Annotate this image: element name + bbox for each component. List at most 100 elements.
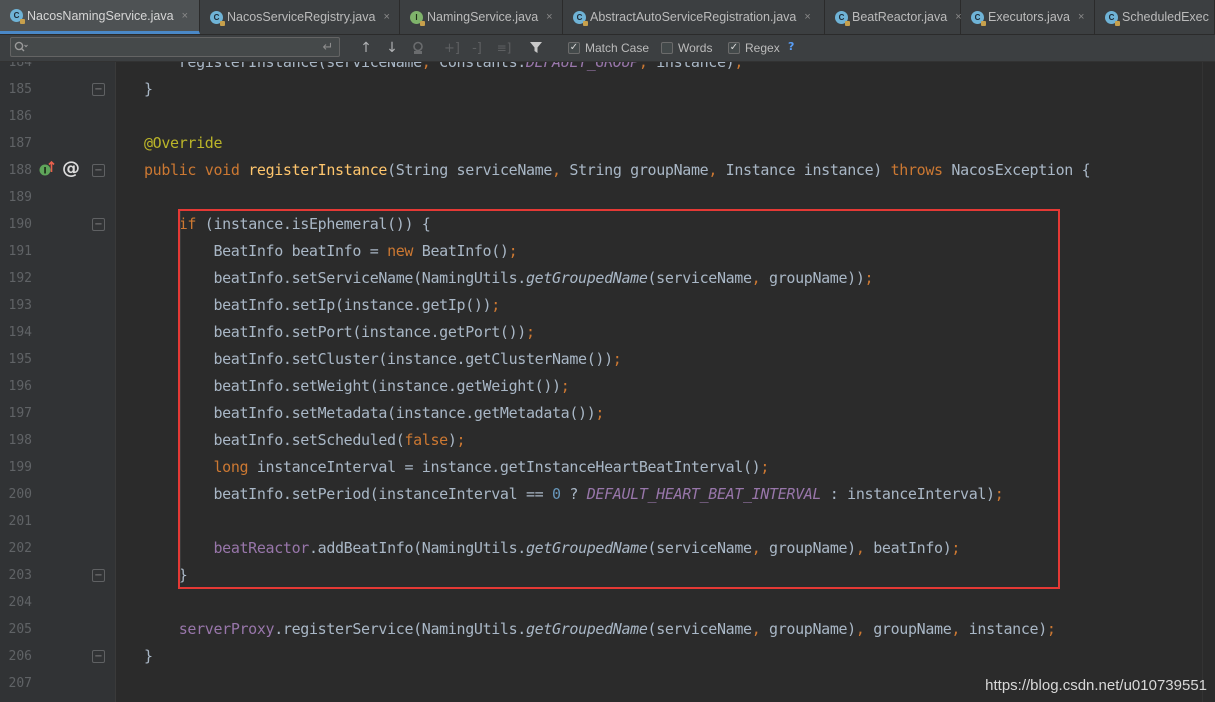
svg-text:I: I bbox=[43, 167, 46, 177]
line-number: 199 bbox=[8, 460, 32, 475]
tab-label: NacosNamingService.java bbox=[27, 8, 174, 23]
fold-toggle-icon[interactable]: − bbox=[92, 218, 105, 231]
match-case-checkbox[interactable]: ✓ Match Case bbox=[568, 40, 649, 56]
words-checkbox[interactable]: Words bbox=[661, 40, 712, 56]
vertical-scrollbar[interactable] bbox=[1202, 62, 1215, 702]
line-number: 186 bbox=[8, 109, 32, 124]
override-at-icon[interactable]: @ bbox=[62, 159, 80, 179]
line-number: 196 bbox=[8, 379, 32, 394]
code-line: beatReactor.addBeatInfo(NamingUtils.getG… bbox=[213, 539, 961, 557]
tab-nacosserviceregistry-java[interactable]: C NacosServiceRegistry.java × bbox=[200, 0, 400, 34]
tab-beatreactor-java[interactable]: C BeatReactor.java × bbox=[825, 0, 962, 34]
line-number: 197 bbox=[8, 406, 32, 421]
line-number: 205 bbox=[8, 622, 32, 637]
line-number: 207 bbox=[8, 676, 32, 691]
match-case-label: Match Case bbox=[585, 41, 650, 55]
line-number: 185 bbox=[8, 82, 32, 97]
code-line: beatInfo.setServiceName(NamingUtils.getG… bbox=[144, 269, 874, 287]
regex-checkbox[interactable]: ✓ Regex bbox=[728, 40, 780, 56]
code-line: } bbox=[144, 647, 153, 665]
line-number: 203 bbox=[8, 568, 32, 583]
tab-label: ScheduledExec bbox=[1122, 10, 1209, 24]
search-icon[interactable] bbox=[11, 41, 31, 53]
class-icon: C bbox=[210, 10, 225, 26]
class-icon: C bbox=[10, 9, 25, 24]
line-number: 193 bbox=[8, 298, 32, 313]
implemented-method-icon[interactable]: I bbox=[38, 160, 56, 184]
class-icon: C bbox=[971, 10, 986, 26]
select-all-occurrences-icon[interactable]: ≡] bbox=[494, 38, 514, 58]
check-icon: ✓ bbox=[568, 42, 580, 54]
interface-icon: I bbox=[410, 10, 425, 26]
add-occurrence-icon[interactable]: +] bbox=[443, 38, 461, 58]
class-icon: C bbox=[1105, 10, 1120, 26]
watermark: https://blog.csdn.net/u010739551 bbox=[985, 677, 1207, 694]
code-line: public void registerInstance(String serv… bbox=[144, 161, 1091, 179]
code-line: long instanceInterval = instance.getInst… bbox=[213, 458, 770, 476]
tab-label: NacosServiceRegistry.java bbox=[227, 10, 376, 24]
code-line: BeatInfo beatInfo = new BeatInfo(); bbox=[144, 242, 518, 260]
next-occurrence-icon[interactable]: ↓ bbox=[384, 38, 400, 58]
editor-gutter[interactable]: 184 185 − 186 187 188 − I @189 190 − 191 192 193 194 19… bbox=[0, 62, 116, 702]
code-line: if (instance.isEphemeral()) { bbox=[178, 215, 431, 233]
code-line: @Override bbox=[144, 134, 223, 152]
code-editor[interactable]: 184 185 − 186 187 188 − I @189 190 − 191 192 193 194 19… bbox=[0, 62, 1215, 702]
tab-abstractautoserviceregistration-java[interactable]: C AbstractAutoServiceRegistration.java × bbox=[563, 0, 825, 34]
line-number: 202 bbox=[8, 541, 32, 556]
line-number: 190 bbox=[8, 217, 32, 232]
regex-help-icon[interactable]: ? bbox=[788, 40, 794, 53]
indent-guide bbox=[180, 209, 181, 582]
line-number: 200 bbox=[8, 487, 32, 502]
check-icon: ✓ bbox=[728, 42, 740, 54]
line-number: 187 bbox=[8, 136, 32, 151]
filter-icon[interactable] bbox=[527, 38, 545, 58]
find-all-icon[interactable] bbox=[409, 38, 427, 58]
line-number: 198 bbox=[8, 433, 32, 448]
fold-toggle-icon[interactable]: − bbox=[92, 83, 105, 96]
class-icon: C bbox=[573, 10, 588, 26]
editor-tab-bar: C NacosNamingService.java × C NacosServiceRe… bbox=[0, 0, 1215, 35]
close-tab-icon[interactable]: × bbox=[1078, 11, 1084, 23]
tab-executors-java[interactable]: C Executors.java × bbox=[961, 0, 1095, 34]
line-number: 201 bbox=[8, 514, 32, 529]
regex-label: Regex bbox=[745, 41, 780, 55]
class-icon: C bbox=[835, 10, 850, 26]
code-line: beatInfo.setPort(instance.getPort()); bbox=[144, 323, 535, 341]
code-line: serverProxy.registerService(NamingUtils.… bbox=[178, 620, 1056, 638]
code-line: beatInfo.setWeight(instance.getWeight())… bbox=[144, 377, 570, 395]
line-number: 188 bbox=[8, 163, 32, 178]
previous-occurrence-icon[interactable]: ↑ bbox=[358, 38, 374, 58]
code-line: beatInfo.setScheduled(false); bbox=[144, 431, 466, 449]
code-line: beatInfo.setIp(instance.getIp()); bbox=[144, 296, 500, 314]
code-line: beatInfo.setCluster(instance.getClusterN… bbox=[144, 350, 622, 368]
fold-toggle-icon[interactable]: − bbox=[92, 164, 105, 177]
tab-nacosnamingservice-java[interactable]: C NacosNamingService.java × bbox=[0, 0, 200, 34]
fold-toggle-icon[interactable]: − bbox=[92, 569, 105, 582]
fold-toggle-icon[interactable]: − bbox=[92, 650, 105, 663]
line-number: 189 bbox=[8, 190, 32, 205]
line-number: 194 bbox=[8, 325, 32, 340]
newline-icon[interactable]: ↵ bbox=[317, 40, 339, 55]
close-tab-icon[interactable]: × bbox=[383, 11, 389, 23]
code-line: beatInfo.setMetadata(instance.getMetadat… bbox=[144, 404, 605, 422]
search-field[interactable]: ↵ bbox=[10, 37, 340, 57]
code-line: beatInfo.setPeriod(instanceInterval == 0… bbox=[144, 485, 1004, 503]
tab-namingservice-java[interactable]: I NamingService.java × bbox=[400, 0, 563, 34]
unselect-occurrence-icon[interactable]: -] bbox=[468, 38, 486, 58]
close-tab-icon[interactable]: × bbox=[182, 10, 188, 22]
tab-label: BeatReactor.java bbox=[852, 10, 948, 24]
line-number: 206 bbox=[8, 649, 32, 664]
tab-scheduledexec[interactable]: C ScheduledExec bbox=[1095, 0, 1215, 34]
tab-label: Executors.java bbox=[988, 10, 1070, 24]
search-input[interactable] bbox=[31, 40, 317, 54]
tab-label: AbstractAutoServiceRegistration.java bbox=[590, 10, 797, 24]
line-number: 192 bbox=[8, 271, 32, 286]
line-number: 195 bbox=[8, 352, 32, 367]
close-tab-icon[interactable]: × bbox=[546, 11, 552, 23]
unchecked-box-icon bbox=[661, 42, 673, 54]
code-line: } bbox=[144, 80, 153, 98]
close-tab-icon[interactable]: × bbox=[804, 11, 810, 23]
find-toolbar: ↵ ↑ ↓ +] -] ≡] ✓ Match Case Words ✓ Rege… bbox=[0, 35, 1215, 62]
line-number: 184 bbox=[8, 62, 32, 70]
tab-label: NamingService.java bbox=[427, 10, 539, 24]
